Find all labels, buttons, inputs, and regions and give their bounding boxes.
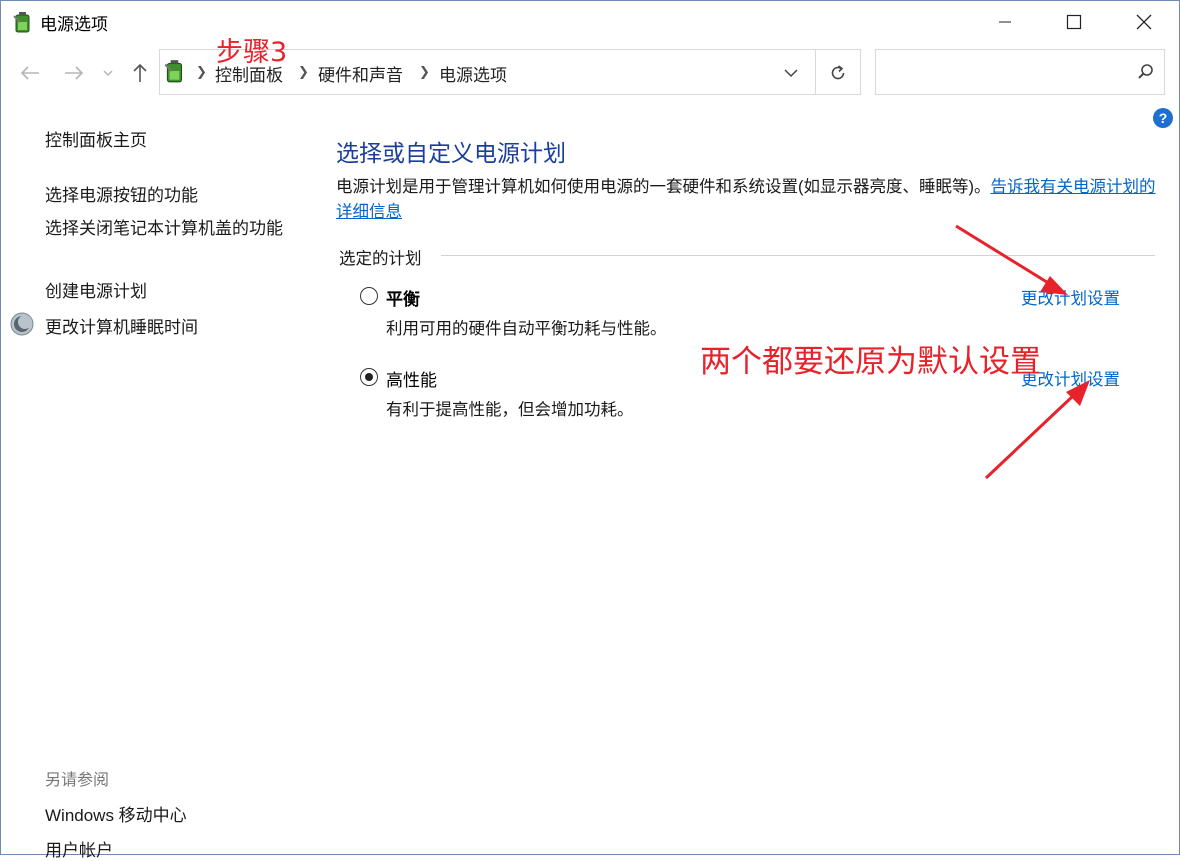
sidebar-item-lid-close[interactable]: 选择关闭笔记本计算机盖的功能 (45, 217, 290, 241)
breadcrumb-item-power-options[interactable]: 电源选项 (439, 61, 507, 86)
see-also-label: 另请参阅 (45, 772, 110, 789)
see-also-user-accounts[interactable]: 用户帐户 (45, 836, 113, 861)
search-input[interactable] (880, 56, 1129, 90)
breadcrumb-separator-icon: ❯ (196, 64, 207, 79)
red-arrows-annotation (955, 224, 1090, 480)
step-annotation: 步骤3 (216, 37, 288, 68)
refresh-icon (831, 65, 845, 80)
refresh-button[interactable] (824, 59, 852, 87)
breadcrumb-separator-icon: ❯ (419, 64, 430, 79)
sidebar-item-power-button[interactable]: 选择电源按钮的功能 (45, 181, 198, 206)
plan-balanced-radio[interactable] (360, 287, 378, 305)
power-options-battery-icon (164, 60, 183, 83)
search-icon[interactable] (1137, 63, 1155, 81)
breadcrumb-item-hardware-sound[interactable]: 硬件和声音 (318, 61, 403, 86)
arrow-up-icon (133, 63, 147, 82)
back-button[interactable] (16, 58, 44, 88)
recent-locations-button[interactable] (96, 58, 120, 88)
address-dropdown-button[interactable] (777, 58, 805, 88)
plan-balanced-name[interactable]: 平衡 (386, 285, 420, 310)
plan-high-performance-description: 有利于提高性能，但会增加功耗。 (386, 401, 634, 419)
window-title: 电源选项 (40, 15, 108, 34)
maximize-button[interactable] (1051, 0, 1097, 44)
power-options-battery-icon (13, 12, 30, 33)
plan-high-performance-name[interactable]: 高性能 (386, 366, 437, 391)
close-button[interactable] (1121, 0, 1167, 44)
close-icon (1136, 14, 1152, 30)
address-divider (815, 50, 816, 94)
up-button[interactable] (126, 58, 154, 88)
selected-plans-label: 选定的计划 (339, 250, 422, 268)
arrow-left-icon (20, 66, 39, 80)
arrow-right-icon (65, 66, 84, 80)
maximize-icon (1066, 14, 1082, 30)
help-icon[interactable]: ? (1153, 108, 1173, 128)
chevron-down-icon (784, 68, 798, 77)
page-title: 选择或自定义电源计划 (336, 140, 566, 166)
sidebar-home-link[interactable]: 控制面板主页 (45, 126, 147, 151)
sidebar-item-sleep-time[interactable]: 更改计算机睡眠时间 (45, 313, 198, 338)
description-text: 电源计划是用于管理计算机如何使用电源的一套硬件和系统设置(如显示器亮度、睡眠等)… (336, 178, 991, 196)
page-description: 电源计划是用于管理计算机如何使用电源的一套硬件和系统设置(如显示器亮度、睡眠等)… (336, 175, 1162, 225)
plan-high-performance-radio[interactable] (360, 368, 378, 386)
sidebar-item-create-plan[interactable]: 创建电源计划 (45, 277, 147, 302)
moon-sleep-icon (10, 312, 34, 336)
forward-button[interactable] (60, 58, 88, 88)
breadcrumb-separator-icon: ❯ (298, 64, 309, 79)
chevron-down-icon (103, 70, 113, 76)
minimize-icon (999, 21, 1011, 23)
see-also-mobility-center[interactable]: Windows 移动中心 (45, 801, 187, 826)
minimize-button[interactable] (982, 0, 1028, 44)
plan-balanced-description: 利用可用的硬件自动平衡功耗与性能。 (386, 320, 667, 338)
